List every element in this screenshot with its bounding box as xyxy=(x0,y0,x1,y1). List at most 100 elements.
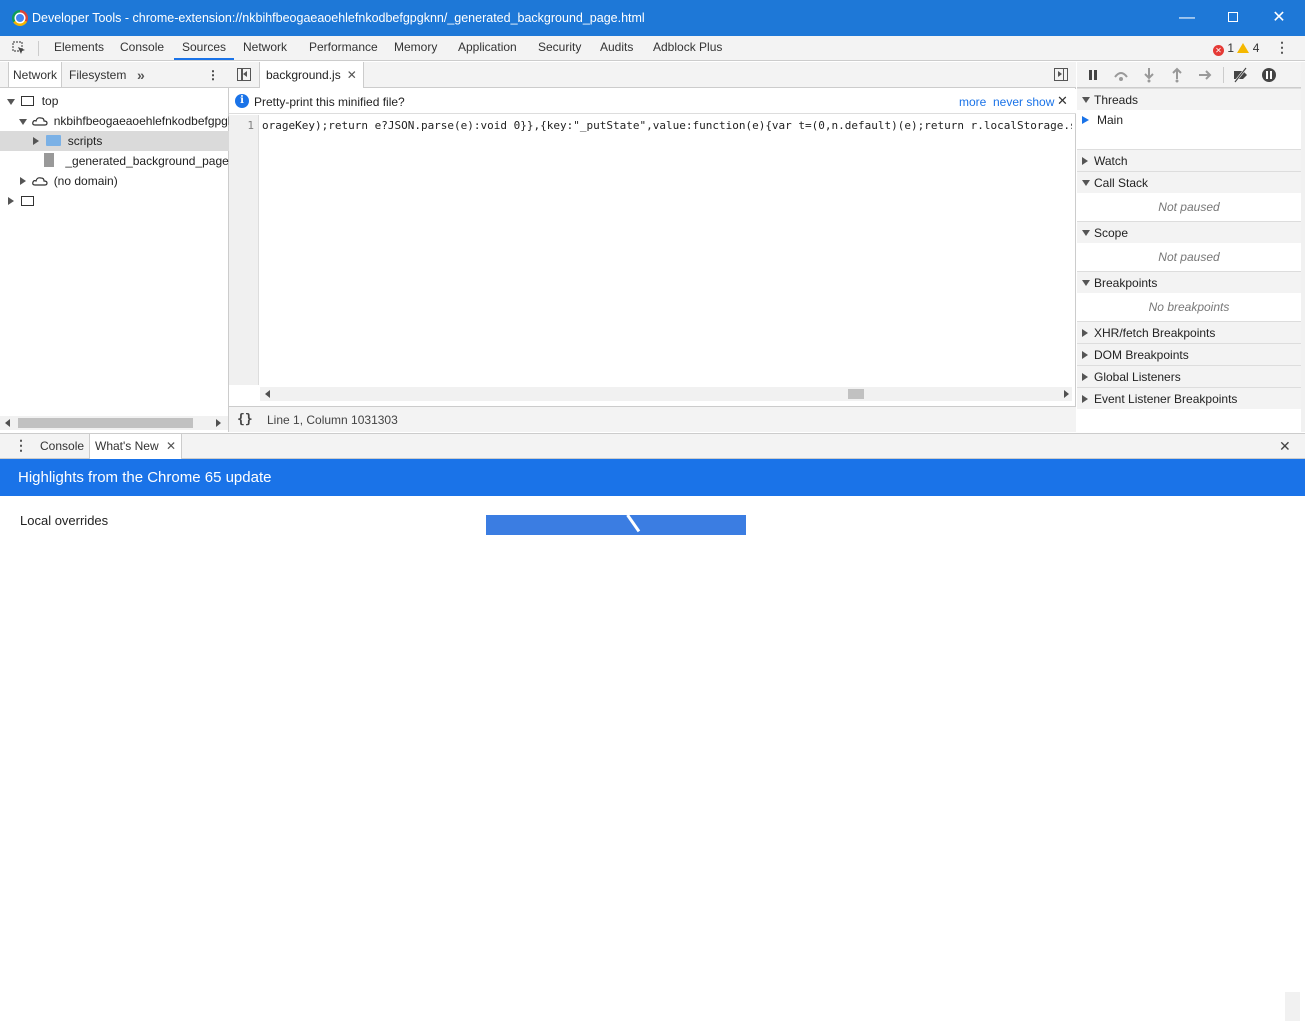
xhr-breakpoints-section-header[interactable]: XHR/fetch Breakpoints xyxy=(1077,321,1301,343)
close-window-button[interactable]: ✕ xyxy=(1256,0,1302,36)
infobar-never-show-link[interactable]: never show xyxy=(993,95,1054,109)
infobar-more-link[interactable]: more xyxy=(959,95,986,109)
expand-arrow-icon xyxy=(1082,230,1090,236)
tab-sources[interactable]: Sources xyxy=(174,36,235,60)
customize-menu-icon[interactable]: ⋮ xyxy=(1275,39,1289,56)
collapse-arrow-icon xyxy=(1082,351,1088,359)
breakpoints-section-header[interactable]: Breakpoints xyxy=(1077,271,1301,293)
collapse-arrow-icon[interactable] xyxy=(33,137,39,145)
title-bar: Developer Tools - chrome-extension://nkb… xyxy=(0,0,1305,36)
step-out-icon[interactable] xyxy=(1169,67,1185,83)
threads-section-header[interactable]: Threads xyxy=(1077,88,1301,110)
collapse-arrow-icon[interactable] xyxy=(8,197,14,205)
close-tab-icon[interactable]: ✕ xyxy=(166,439,176,453)
scrollbar-thumb[interactable] xyxy=(848,389,864,399)
file-tab-background-js[interactable]: background.js ✕ xyxy=(259,62,364,88)
debugger-toolbar xyxy=(1077,62,1301,88)
editor-status-bar: {} Line 1, Column 1031303 xyxy=(229,406,1076,432)
tab-console[interactable]: Console xyxy=(120,36,164,60)
toggle-navigator-icon[interactable] xyxy=(237,68,251,81)
navigator-menu-icon[interactable]: ⋮ xyxy=(207,62,219,87)
drawer-tab-bar: ⋮ Console What's New ✕ ✕ xyxy=(0,433,1305,459)
collapse-arrow-icon xyxy=(1082,395,1088,403)
cloud-icon xyxy=(32,117,48,126)
tab-audits[interactable]: Audits xyxy=(600,36,633,60)
scroll-left-icon[interactable] xyxy=(5,419,10,427)
tree-item-scripts[interactable]: scripts xyxy=(0,131,229,151)
tab-security[interactable]: Security xyxy=(538,36,581,60)
console-status-counts[interactable]: ✕ 1 4 xyxy=(1213,41,1259,56)
call-stack-section-header[interactable]: Call Stack xyxy=(1077,171,1301,193)
tab-memory[interactable]: Memory xyxy=(394,36,437,60)
code-line[interactable]: orageKey);return e?JSON.parse(e):void 0}… xyxy=(262,119,1072,132)
tab-performance[interactable]: Performance xyxy=(309,36,378,60)
tree-item-page[interactable]: _generated_background_page.html xyxy=(0,151,229,171)
deactivate-breakpoints-icon[interactable] xyxy=(1232,67,1248,83)
dom-breakpoints-section-header[interactable]: DOM Breakpoints xyxy=(1077,343,1301,365)
tab-application[interactable]: Application xyxy=(458,36,517,60)
section-title: Watch xyxy=(1094,154,1128,168)
error-count: 1 xyxy=(1227,41,1235,55)
tab-adblock-plus[interactable]: Adblock Plus xyxy=(653,36,722,60)
current-thread-icon xyxy=(1082,116,1089,124)
frame-icon xyxy=(21,96,35,106)
maximize-button[interactable] xyxy=(1210,0,1256,36)
tree-item-top[interactable]: top xyxy=(0,91,229,111)
close-drawer-icon[interactable]: ✕ xyxy=(1279,438,1291,455)
navigator-tabs: Network Filesystem » ⋮ xyxy=(0,62,229,88)
scroll-right-icon[interactable] xyxy=(216,419,221,427)
feature-heading[interactable]: Local overrides xyxy=(20,513,108,528)
chrome-logo-icon xyxy=(12,10,28,26)
drawer-tab-console[interactable]: Console xyxy=(40,434,84,459)
expand-arrow-icon[interactable] xyxy=(7,99,15,105)
minimize-button[interactable]: — xyxy=(1164,0,1210,36)
debugger-sidebar: Threads Main Watch Call Stack Not paused… xyxy=(1077,62,1301,432)
toggle-debugger-icon[interactable] xyxy=(1054,68,1068,81)
tree-item-no-domain[interactable]: (no domain) xyxy=(0,171,229,191)
drawer-tab-whats-new[interactable]: What's New ✕ xyxy=(89,434,183,459)
file-icon xyxy=(44,153,54,167)
step-icon[interactable] xyxy=(1197,67,1213,83)
maximize-icon xyxy=(1228,12,1238,22)
editor-horizontal-scrollbar[interactable] xyxy=(260,387,1072,401)
navigator-horizontal-scrollbar[interactable] xyxy=(0,416,228,430)
event-listener-breakpoints-section-header[interactable]: Event Listener Breakpoints xyxy=(1077,387,1301,409)
expand-arrow-icon[interactable] xyxy=(19,119,27,125)
tree-item-extension[interactable]: nkbihfbeogaeaoehlefnkodbefgpgknn xyxy=(0,111,229,131)
scroll-left-icon[interactable] xyxy=(265,390,270,398)
drawer-tab-label: What's New xyxy=(95,439,159,453)
pretty-print-infobar: i Pretty-print this minified file? more … xyxy=(229,89,1076,114)
inspect-element-icon[interactable] xyxy=(12,41,26,55)
watch-section-header[interactable]: Watch xyxy=(1077,149,1301,171)
more-tabs-icon[interactable]: » xyxy=(137,62,145,87)
close-tab-icon[interactable]: ✕ xyxy=(347,68,357,82)
frame-icon xyxy=(21,196,35,206)
section-title: XHR/fetch Breakpoints xyxy=(1094,326,1216,340)
tree-item-label: _generated_background_page.html xyxy=(65,154,229,168)
sidebar-vertical-scrollbar[interactable] xyxy=(1301,62,1305,432)
navigator-tab-filesystem[interactable]: Filesystem xyxy=(69,62,126,87)
navigator-tab-network[interactable]: Network xyxy=(8,62,63,87)
thread-main[interactable]: Main xyxy=(1077,110,1301,130)
section-title: Breakpoints xyxy=(1094,276,1158,290)
scope-empty: Not paused xyxy=(1158,250,1220,264)
tree-item-frame[interactable] xyxy=(0,191,229,211)
tab-elements[interactable]: Elements xyxy=(54,36,104,60)
step-over-icon[interactable] xyxy=(1113,67,1129,83)
pause-on-exceptions-icon[interactable] xyxy=(1261,67,1277,83)
scrollbar-thumb[interactable] xyxy=(18,418,193,428)
step-into-icon[interactable] xyxy=(1141,67,1157,83)
cloud-icon xyxy=(32,177,48,186)
scope-section-header[interactable]: Scope xyxy=(1077,221,1301,243)
global-listeners-section-header[interactable]: Global Listeners xyxy=(1077,365,1301,387)
tab-network[interactable]: Network xyxy=(243,36,287,60)
drawer-vertical-scrollbar[interactable] xyxy=(1285,992,1300,1021)
feature-image xyxy=(486,515,746,535)
collapse-arrow-icon[interactable] xyxy=(20,177,26,185)
drawer-menu-icon[interactable]: ⋮ xyxy=(14,437,28,454)
pretty-print-button[interactable]: {} xyxy=(237,412,253,427)
infobar-message: Pretty-print this minified file? xyxy=(254,95,405,109)
infobar-close-icon[interactable]: ✕ xyxy=(1057,93,1068,109)
scroll-right-icon[interactable] xyxy=(1064,390,1069,398)
pause-script-icon[interactable] xyxy=(1085,67,1101,83)
